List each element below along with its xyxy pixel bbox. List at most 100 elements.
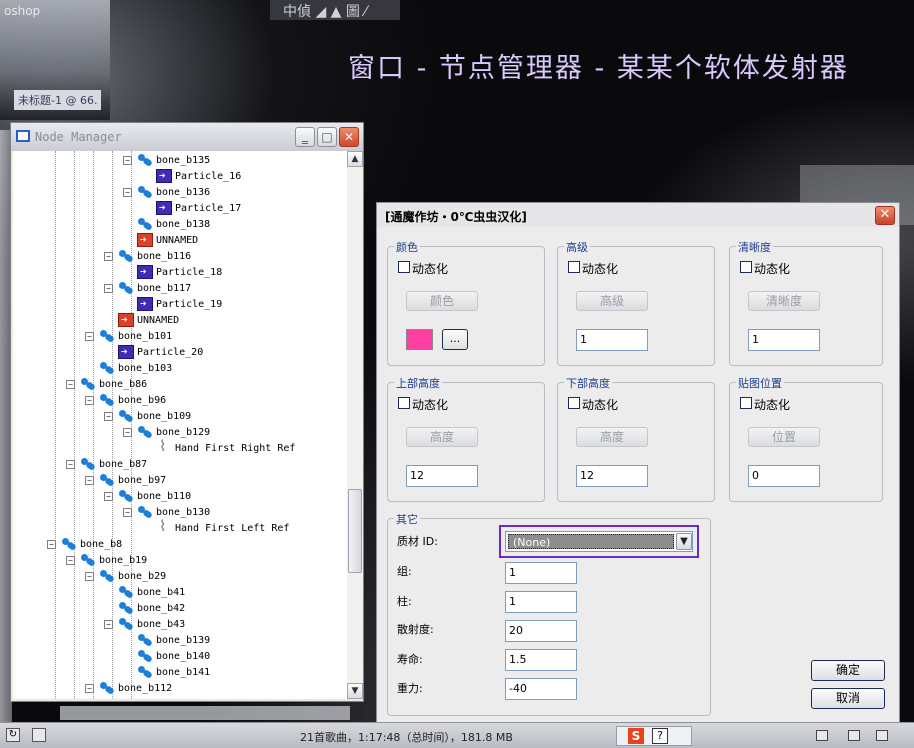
tree-node[interactable]: bone_b41: [118, 585, 185, 601]
collapse-icon[interactable]: −: [123, 427, 132, 437]
tree-node[interactable]: bone_b103: [99, 361, 172, 377]
texpos-button[interactable]: 位置: [748, 427, 820, 447]
collapse-icon[interactable]: −: [47, 539, 56, 549]
tree-node[interactable]: − bone_b8: [47, 537, 122, 553]
lower-height-button[interactable]: 高度: [576, 427, 648, 447]
tree-node[interactable]: bone_b141: [137, 665, 210, 681]
cancel-button[interactable]: 取消: [811, 688, 885, 709]
clarity-input[interactable]: 1: [748, 329, 820, 351]
minimize-button[interactable]: ‗: [295, 127, 315, 147]
tray-icon-1[interactable]: [816, 730, 828, 741]
dialog-close-button[interactable]: ✕: [875, 206, 895, 225]
tree-node[interactable]: − bone_b136: [123, 185, 210, 201]
collapse-icon[interactable]: −: [66, 379, 75, 389]
tree-node[interactable]: Hand First Right Ref: [156, 438, 295, 457]
maximize-button[interactable]: □: [317, 127, 337, 147]
scroll-down-arrow-icon[interactable]: ▼: [347, 683, 363, 699]
clarity-dynamic-checkbox[interactable]: [740, 261, 752, 273]
scroll-up-arrow-icon[interactable]: ▲: [347, 151, 363, 167]
lower-dynamic-checkbox[interactable]: [568, 397, 580, 409]
tree-node[interactable]: − bone_b29: [85, 569, 166, 585]
tree-node[interactable]: − bone_b129: [123, 425, 210, 441]
tree-node[interactable]: bone_b139: [137, 633, 210, 649]
color-swatch[interactable]: [406, 329, 433, 350]
upper-height-input[interactable]: 12: [406, 465, 478, 487]
tree-node[interactable]: bone_b140: [137, 649, 210, 665]
spread-input[interactable]: 20: [505, 620, 577, 642]
tree-node[interactable]: − bone_b109: [104, 409, 191, 425]
tree-node[interactable]: UNNAMED: [118, 312, 179, 329]
tree-node[interactable]: − bone_b101: [85, 329, 172, 345]
clarity-button[interactable]: 清晰度: [748, 291, 820, 311]
texpos-dynamic-checkbox[interactable]: [740, 397, 752, 409]
tree-node[interactable]: − bone_b117: [104, 281, 191, 297]
tree-node[interactable]: − bone_b96: [85, 393, 166, 409]
collapse-icon[interactable]: −: [85, 571, 94, 581]
help-icon[interactable]: ?: [652, 728, 668, 744]
tree-node[interactable]: UNNAMED: [137, 232, 198, 249]
collapse-icon[interactable]: −: [104, 283, 113, 293]
chevron-down-icon[interactable]: ▼: [676, 533, 692, 550]
lower-height-input[interactable]: 12: [576, 465, 648, 487]
upper-height-button[interactable]: 高度: [406, 427, 478, 447]
color-dynamic-checkbox[interactable]: [398, 261, 410, 273]
tree-node[interactable]: − bone_b19: [66, 553, 147, 569]
tree-node[interactable]: Particle_18: [137, 264, 222, 281]
node-tree[interactable]: − bone_b135 Particle_16 − bone_b136 Particle_…: [13, 151, 347, 699]
life-input[interactable]: 1.5: [505, 649, 577, 671]
close-button[interactable]: ✕: [339, 127, 359, 147]
tree-node[interactable]: Particle_19: [137, 296, 222, 313]
tree-node[interactable]: Particle_16: [156, 168, 241, 185]
collapse-icon[interactable]: −: [85, 683, 94, 693]
tree-node[interactable]: − bone_b135: [123, 153, 210, 169]
collapse-icon[interactable]: −: [85, 475, 94, 485]
collapse-icon[interactable]: −: [104, 619, 113, 629]
collapse-icon[interactable]: −: [85, 331, 94, 341]
tree-node[interactable]: − bone_b97: [85, 473, 166, 489]
tray-icon-2[interactable]: [848, 730, 860, 741]
collapse-icon[interactable]: −: [104, 491, 113, 501]
column-input[interactable]: 1: [505, 591, 577, 613]
collapse-icon[interactable]: −: [104, 411, 113, 421]
tree-node[interactable]: − bone_b87: [66, 457, 147, 473]
tree-node[interactable]: bone_b138: [137, 217, 210, 233]
collapse-icon[interactable]: −: [66, 555, 75, 565]
tree-node[interactable]: bone_b42: [118, 601, 185, 617]
scroll-thumb[interactable]: [348, 489, 362, 573]
dialog-titlebar[interactable]: [通魔作坊・0℃虫虫汉化] ✕: [377, 203, 899, 227]
gravity-input[interactable]: -40: [505, 678, 577, 700]
upper-dynamic-checkbox[interactable]: [398, 397, 410, 409]
tree-node[interactable]: − bone_b110: [104, 489, 191, 505]
height-dynamic-checkbox[interactable]: [568, 261, 580, 273]
tree-node[interactable]: Hand First Left Ref: [156, 518, 289, 537]
tree-node-label: bone_b135: [156, 155, 211, 166]
collapse-icon[interactable]: −: [66, 459, 75, 469]
sogou-ime-icon[interactable]: S: [628, 728, 644, 744]
height-input[interactable]: 1: [576, 329, 648, 351]
refresh-icon[interactable]: ↻: [6, 728, 20, 742]
collapse-icon[interactable]: −: [123, 187, 132, 197]
tree-node[interactable]: Particle_17: [156, 200, 241, 217]
bone-node-icon: [80, 377, 96, 391]
ok-button[interactable]: 确定: [811, 660, 885, 681]
tree-node[interactable]: − bone_b130: [123, 505, 210, 521]
collapse-icon[interactable]: −: [123, 155, 132, 165]
color-button[interactable]: 颜色: [406, 291, 478, 311]
material-id-select[interactable]: (None) ▼: [505, 531, 693, 552]
window-icon[interactable]: [32, 728, 46, 742]
node-manager-titlebar[interactable]: Node Manager ‗ □ ✕: [11, 123, 363, 151]
height-button[interactable]: 高级: [576, 291, 648, 311]
collapse-icon[interactable]: −: [104, 251, 113, 261]
color-picker-button[interactable]: ...: [442, 329, 468, 350]
tree-node[interactable]: − bone_b43: [104, 617, 185, 633]
collapse-icon[interactable]: −: [85, 395, 94, 405]
collapse-icon[interactable]: −: [123, 507, 132, 517]
tree-node[interactable]: Particle_20: [118, 344, 203, 361]
trash-icon[interactable]: [876, 730, 888, 741]
group-input[interactable]: 1: [505, 562, 577, 584]
tree-node[interactable]: − bone_b86: [66, 377, 147, 393]
tree-node[interactable]: − bone_b112: [85, 681, 172, 697]
tree-vertical-scrollbar[interactable]: ▲ ▼: [347, 151, 363, 699]
texpos-input[interactable]: 0: [748, 465, 820, 487]
tree-node[interactable]: − bone_b116: [104, 249, 191, 265]
